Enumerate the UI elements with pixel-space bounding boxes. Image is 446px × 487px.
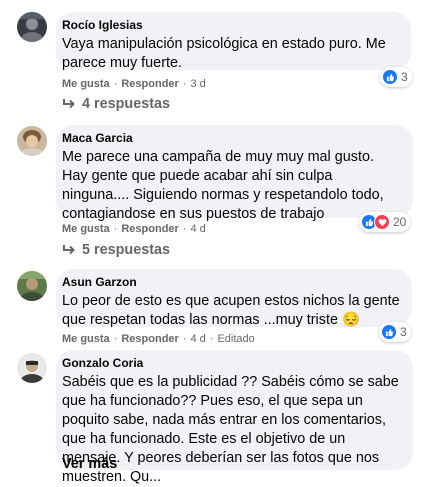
comment-text: Vaya manipulación psicológica en estado …	[62, 36, 386, 71]
reply-button[interactable]: Responder	[121, 223, 178, 235]
separator: ·	[113, 78, 118, 90]
like-button[interactable]: Me gusta	[62, 223, 110, 235]
avatar[interactable]	[17, 271, 47, 301]
comment-bubble: Maca Garcia Me parece una campaña de muy…	[56, 125, 413, 222]
reaction-count: 3	[400, 325, 407, 339]
view-replies-button[interactable]: 4 respuestas	[62, 96, 170, 112]
comment-text: Lo peor de esto es que acupen estos nich…	[62, 293, 400, 328]
avatar[interactable]	[17, 353, 47, 383]
avatar[interactable]	[17, 126, 47, 156]
edited-label: Editado	[217, 333, 255, 345]
reply-button[interactable]: Responder	[121, 333, 178, 345]
comment-actions: Me gusta · Responder · 4 d	[62, 222, 206, 236]
reaction-count: 3	[401, 70, 408, 84]
separator: ·	[182, 223, 187, 235]
comment-bubble: Asun Garzon Lo peor de esto es que acupe…	[56, 269, 412, 328]
replies-label: 5 respuestas	[82, 242, 170, 258]
comment-actions: Me gusta · Responder · 3 d	[62, 77, 206, 91]
view-replies-button[interactable]: 5 respuestas	[62, 242, 170, 258]
reply-arrow-icon	[63, 245, 75, 255]
heart-icon	[374, 214, 390, 230]
previous-comment-remnant	[0, 0, 446, 6]
comment-time[interactable]: 3 d	[191, 78, 206, 90]
separator: ·	[209, 333, 214, 345]
comment-author[interactable]: Rocío Iglesias	[62, 18, 399, 32]
separator: ·	[182, 78, 187, 90]
comment-bubble: Gonzalo Coria Sabéis que es la publicida…	[56, 350, 413, 485]
reply-button[interactable]: Responder	[121, 78, 178, 90]
comment-author[interactable]: Asun Garzon	[62, 275, 400, 289]
reaction-summary[interactable]: 3	[379, 322, 411, 342]
separator: ·	[182, 333, 187, 345]
separator: ·	[113, 333, 118, 345]
comment-bubble: Rocío Iglesias Vaya manipulación psicoló…	[56, 12, 411, 71]
like-button[interactable]: Me gusta	[62, 333, 110, 345]
replies-label: 4 respuestas	[82, 96, 170, 112]
avatar[interactable]	[17, 12, 47, 42]
reaction-count: 20	[393, 215, 407, 229]
reaction-summary[interactable]: 3	[380, 67, 412, 87]
thumbs-up-icon	[381, 324, 397, 340]
comment-author[interactable]: Gonzalo Coria	[62, 356, 401, 370]
separator: ·	[113, 223, 118, 235]
reaction-summary[interactable]: 20	[359, 212, 411, 232]
comment-time[interactable]: 4 d	[191, 333, 206, 345]
comment-time[interactable]: 4 d	[191, 223, 206, 235]
like-button[interactable]: Me gusta	[62, 78, 110, 90]
thumbs-up-icon	[382, 69, 398, 85]
comment-text: Me parece una campaña de muy muy mal gus…	[62, 149, 384, 222]
reply-arrow-icon	[63, 99, 75, 109]
comment-author[interactable]: Maca Garcia	[62, 131, 401, 145]
comment-actions: Me gusta · Responder · 4 d · Editado	[62, 332, 255, 346]
